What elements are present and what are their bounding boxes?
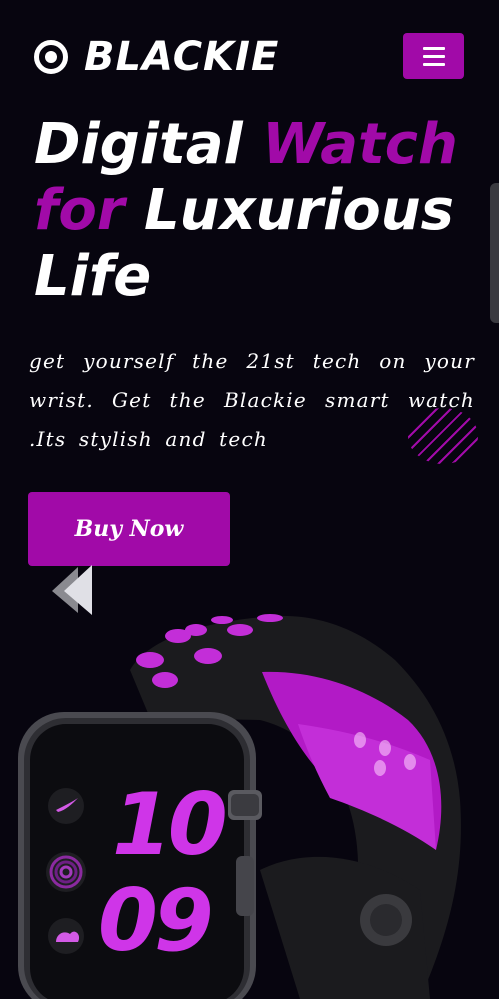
brand-name: BLACKIE: [84, 34, 280, 80]
hero-title-word: Digital: [34, 112, 263, 177]
target-icon: [34, 40, 68, 74]
menu-button[interactable]: [403, 33, 464, 79]
hamburger-menu-icon-line: [422, 62, 445, 66]
decorative-stripes: [408, 408, 478, 464]
landing-page: BLACKIE Digital Watch for Luxurious Life…: [0, 0, 499, 999]
brand-logo[interactable]: BLACKIE: [34, 34, 279, 80]
smart-watch-image: [18, 614, 461, 999]
buy-now-button[interactable]: Buy Now: [28, 492, 230, 566]
watch-minute: 09: [98, 871, 214, 971]
hero-title-accent-word: for: [34, 178, 125, 243]
watch-hour: 10: [112, 775, 228, 875]
side-scroll-handle[interactable]: [490, 183, 499, 323]
hero-title-word: Life: [34, 244, 152, 309]
hamburger-menu-icon-line: [422, 54, 445, 58]
hero-title: Digital Watch for Luxurious Life: [34, 112, 474, 310]
hero-title-accent-word: Watch: [262, 112, 458, 177]
hamburger-menu-icon: [422, 46, 445, 50]
hero-title-word: Luxurious: [124, 178, 454, 243]
